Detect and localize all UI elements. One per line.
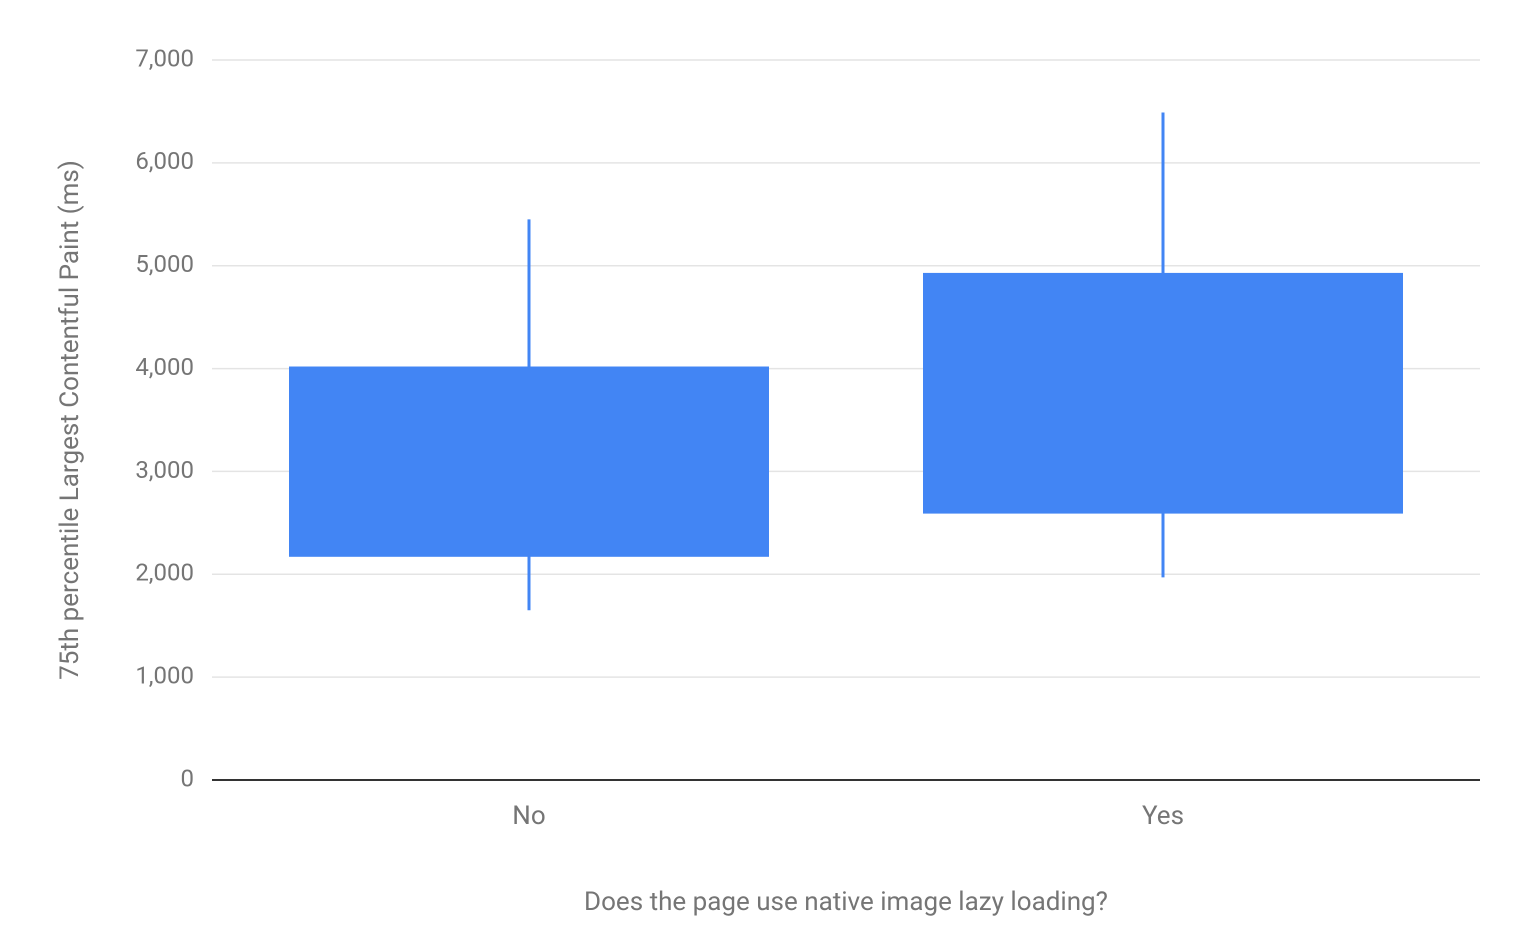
box — [289, 367, 769, 557]
y-axis-title: 75th percentile Largest Contentful Paint… — [55, 160, 85, 680]
y-tick-label: 3,000 — [135, 456, 194, 484]
box-plot-chart: 0 1,000 2,000 3,000 4,000 5,000 6,000 7,000 No Ye… — [0, 0, 1540, 940]
y-tick-label: 0 — [181, 764, 195, 792]
x-category-label: No — [512, 801, 545, 831]
y-tick-label: 4,000 — [135, 353, 194, 381]
chart-svg: 0 1,000 2,000 3,000 4,000 5,000 6,000 7,000 No Ye… — [0, 0, 1540, 940]
x-axis-title: Does the page use native image lazy load… — [584, 887, 1108, 917]
y-tick-label: 1,000 — [135, 661, 194, 689]
y-tick-label: 6,000 — [135, 147, 194, 175]
y-tick-label: 5,000 — [135, 250, 194, 278]
y-tick-label: 2,000 — [135, 559, 194, 587]
box — [923, 273, 1403, 514]
x-category-label: Yes — [1142, 801, 1184, 831]
y-tick-label: 7,000 — [135, 44, 194, 72]
